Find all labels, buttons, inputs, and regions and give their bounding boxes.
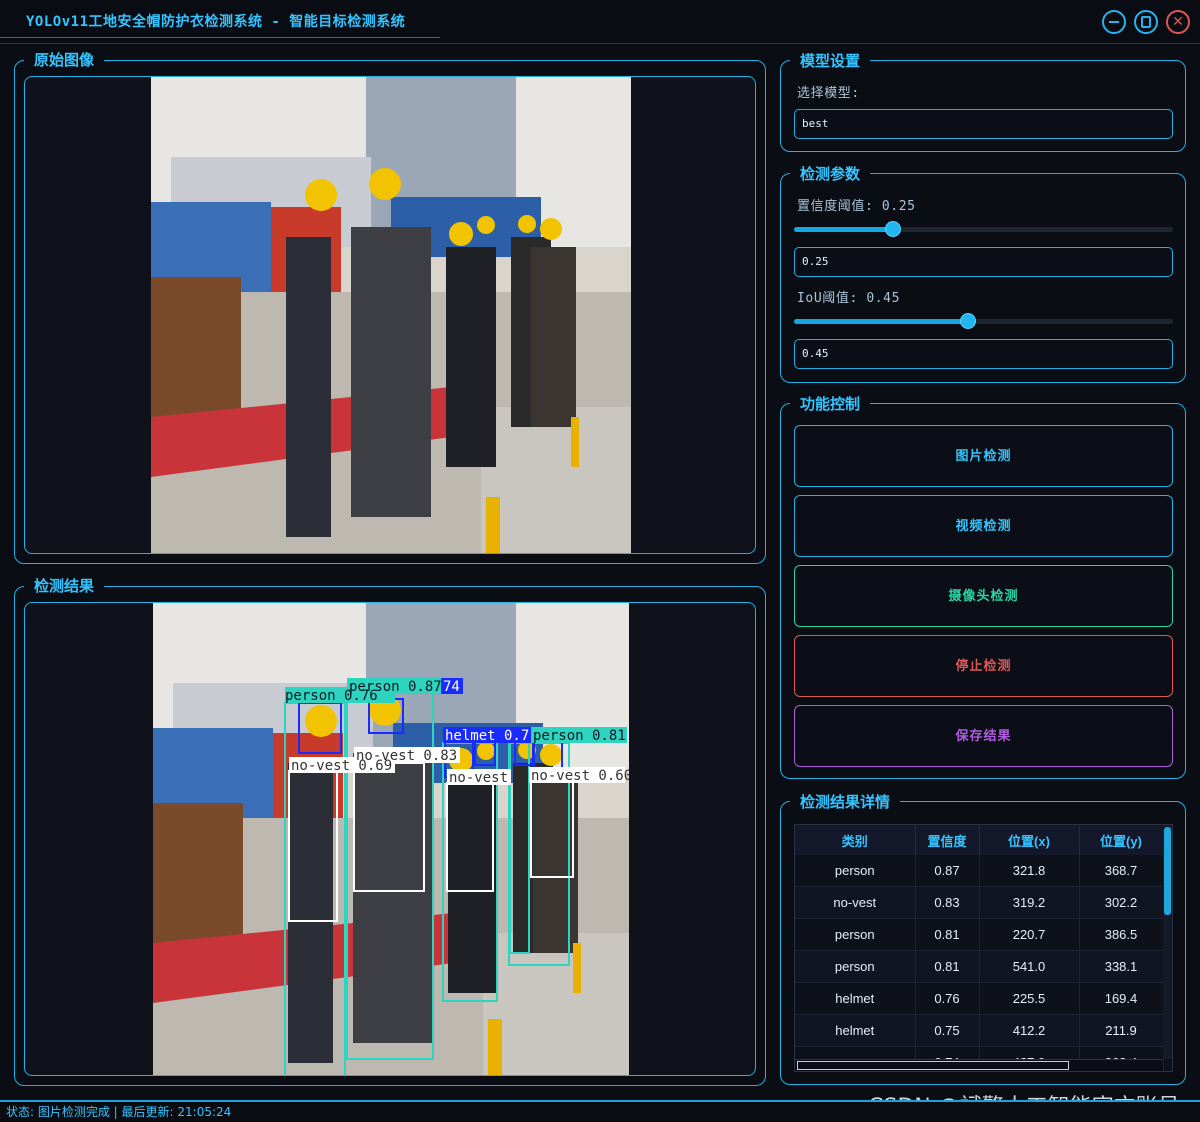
iou-slider-handle[interactable] bbox=[960, 313, 976, 329]
confidence-slider-fill bbox=[794, 227, 893, 232]
horizontal-scrollbar[interactable] bbox=[795, 1059, 1163, 1071]
window-title: YOLOv11工地安全帽防护衣检测系统 - 智能目标检测系统 bbox=[0, 4, 440, 38]
vertical-scrollbar[interactable] bbox=[1163, 825, 1172, 1059]
iou-slider-fill bbox=[794, 319, 968, 324]
column-header-x[interactable]: 位置(x) bbox=[979, 825, 1080, 855]
save-results-button[interactable]: 保存结果 bbox=[794, 705, 1173, 767]
detection-label: helmet 0.7 bbox=[445, 728, 529, 744]
result-image: person 0.87 74 person 0.76 no-vest 0.69 … bbox=[153, 603, 629, 1075]
details-table: 类别 置信度 位置(x) 位置(y) person 0.87 321.8 368.7 … bbox=[795, 825, 1164, 1071]
detection-label: no-vest 0.83 bbox=[356, 748, 457, 764]
title-bar: YOLOv11工地安全帽防护衣检测系统 - 智能目标检测系统 ✕ bbox=[0, 0, 1200, 44]
image-detect-button[interactable]: 图片检测 bbox=[794, 425, 1173, 487]
detection-label: person 0.81 bbox=[533, 728, 626, 744]
detection-label: no-vest bbox=[449, 770, 508, 786]
vertical-scrollbar-handle[interactable] bbox=[1164, 827, 1171, 915]
close-icon: ✕ bbox=[1172, 14, 1184, 30]
close-button[interactable]: ✕ bbox=[1166, 10, 1190, 34]
confidence-label: 置信度阈值: 0.25 bbox=[797, 199, 916, 214]
confidence-slider-handle[interactable] bbox=[885, 221, 901, 237]
original-image bbox=[151, 77, 631, 553]
table-row[interactable]: person 0.81 220.7 386.5 bbox=[795, 918, 1164, 951]
result-image-frame: person 0.87 74 person 0.76 no-vest 0.69 … bbox=[24, 602, 756, 1076]
minimize-button[interactable] bbox=[1102, 10, 1126, 34]
iou-input[interactable]: 0.45 bbox=[794, 339, 1173, 369]
table-row[interactable]: no-vest 0.83 319.2 302.2 bbox=[795, 886, 1164, 919]
column-header-class[interactable]: 类别 bbox=[795, 825, 916, 855]
details-title: 检测结果详情 bbox=[790, 793, 901, 811]
model-select[interactable]: best bbox=[794, 109, 1173, 139]
detection-result-title: 检测结果 bbox=[24, 577, 105, 595]
column-header-confidence[interactable]: 置信度 bbox=[915, 825, 980, 855]
video-detect-button[interactable]: 视频检测 bbox=[794, 495, 1173, 557]
detection-label: person 0.76 bbox=[285, 688, 378, 704]
horizontal-scrollbar-handle[interactable] bbox=[797, 1061, 1069, 1070]
select-model-label: 选择模型: bbox=[797, 86, 860, 101]
maximize-button[interactable] bbox=[1134, 10, 1158, 34]
original-image-frame bbox=[24, 76, 756, 554]
minimize-icon bbox=[1109, 21, 1119, 23]
status-text: 状态: 图片检测完成 | 最后更新: 21:05:24 bbox=[6, 1105, 232, 1119]
table-row[interactable]: person 0.87 321.8 368.7 bbox=[795, 855, 1164, 887]
table-row[interactable]: helmet 0.75 412.2 211.9 bbox=[795, 1014, 1164, 1047]
detection-label: no-vest 0.60 bbox=[531, 768, 629, 784]
camera-detect-button[interactable]: 摄像头检测 bbox=[794, 565, 1173, 627]
stop-detect-button[interactable]: 停止检测 bbox=[794, 635, 1173, 697]
table-row[interactable]: helmet 0.76 225.5 169.4 bbox=[795, 982, 1164, 1015]
details-table-container: 类别 置信度 位置(x) 位置(y) person 0.87 321.8 368.7 … bbox=[794, 824, 1173, 1072]
original-image-title: 原始图像 bbox=[24, 51, 105, 69]
detection-params-title: 检测参数 bbox=[790, 165, 871, 183]
controls-title: 功能控制 bbox=[790, 395, 871, 413]
table-header-row: 类别 置信度 位置(x) 位置(y) bbox=[795, 825, 1164, 855]
iou-label: IoU阈值: 0.45 bbox=[797, 291, 901, 306]
detection-label: 74 bbox=[443, 679, 460, 695]
model-settings-title: 模型设置 bbox=[790, 52, 871, 70]
status-bar: 状态: 图片检测完成 | 最后更新: 21:05:24 bbox=[0, 1100, 1200, 1122]
column-header-y[interactable]: 位置(y) bbox=[1079, 825, 1164, 855]
confidence-input[interactable]: 0.25 bbox=[794, 247, 1173, 277]
maximize-icon bbox=[1141, 16, 1151, 28]
table-row[interactable]: person 0.81 541.0 338.1 bbox=[795, 950, 1164, 983]
